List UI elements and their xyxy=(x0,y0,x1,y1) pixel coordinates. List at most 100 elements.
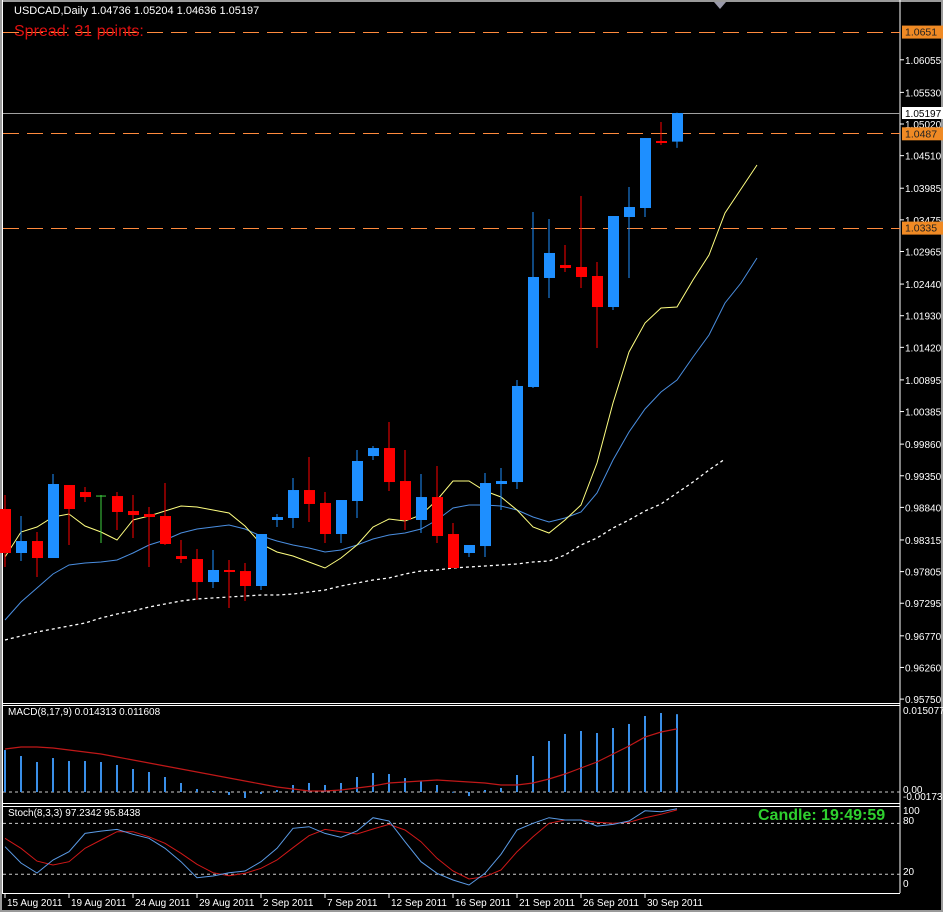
candle-body xyxy=(576,267,587,277)
candle-body xyxy=(272,517,283,520)
candle-body xyxy=(352,460,363,502)
date-axis-label: 26 Sep 2011 xyxy=(583,898,639,909)
candle-body xyxy=(384,448,395,483)
candle xyxy=(528,211,539,389)
price-axis-label: 1.06055 xyxy=(905,56,942,67)
candle xyxy=(384,422,395,492)
candle xyxy=(48,474,59,559)
price-axis-label: 1.01420 xyxy=(905,343,942,354)
candle-body xyxy=(208,569,219,583)
stoch-axis-80: 80 xyxy=(903,816,915,827)
candle xyxy=(160,483,171,545)
macd-histogram-bar xyxy=(52,758,54,793)
mt4-chart-window[interactable]: 1.06055 1.05530 1.05020 1.04510 1.03985 1.034… xyxy=(0,0,943,912)
candle-body xyxy=(16,541,27,553)
candle xyxy=(352,450,363,519)
macd-histogram-bar xyxy=(148,772,150,793)
price-chart[interactable]: 1.060551.055301.050201.045101.039851.034… xyxy=(0,0,943,912)
macd-histogram-bar xyxy=(612,728,614,793)
candle xyxy=(640,138,651,218)
candle xyxy=(464,544,475,558)
candle-body xyxy=(80,492,91,498)
stoch-axis-20: 20 xyxy=(903,867,915,878)
price-axis-label: 0.98315 xyxy=(905,536,942,547)
candle xyxy=(320,492,331,544)
ma-mid-line xyxy=(4,257,758,621)
macd-histogram-bar xyxy=(212,791,214,793)
candle-body xyxy=(48,484,59,559)
price-axis-label: 0.98840 xyxy=(905,503,942,514)
chart-title: USDCAD,Daily 1.04736 1.05204 1.04636 1.0… xyxy=(14,5,260,17)
candle xyxy=(224,560,235,609)
candle-body xyxy=(592,276,603,308)
price-axis-label: 0.97295 xyxy=(905,599,942,610)
candle xyxy=(496,468,507,511)
candle xyxy=(176,540,187,564)
candle-body xyxy=(448,534,459,569)
macd-histogram-bar xyxy=(548,741,550,793)
candle xyxy=(576,196,587,289)
date-axis-label: 30 Sep 2011 xyxy=(647,898,703,909)
date-axis-label: 21 Sep 2011 xyxy=(519,898,575,909)
candle xyxy=(592,261,603,349)
price-axis-label: 1.03985 xyxy=(905,184,942,195)
date-axis-label: 29 Aug 2011 xyxy=(199,898,255,909)
price-axis-label: 0.97805 xyxy=(905,568,942,579)
candle-body xyxy=(512,385,523,483)
macd-axis-bottom: -0.00173 xyxy=(903,792,943,803)
macd-histogram-bar xyxy=(580,730,582,793)
candle xyxy=(112,492,123,531)
macd-histogram-bar xyxy=(532,756,534,793)
candle xyxy=(0,494,11,568)
candle-body xyxy=(0,509,11,553)
date-axis-label: 16 Sep 2011 xyxy=(455,898,511,909)
macd-histogram-bar xyxy=(276,790,278,793)
candle-body xyxy=(336,500,347,535)
candle xyxy=(32,532,43,578)
candle-body xyxy=(608,216,619,308)
candle xyxy=(96,494,106,544)
candle xyxy=(192,549,203,601)
candle-body xyxy=(128,510,139,516)
candle-timer: Candle: 19:49:59 xyxy=(758,807,886,824)
candle-body xyxy=(240,571,251,586)
macd-histogram-bar xyxy=(404,778,406,793)
stoch-axis-0: 0 xyxy=(903,879,909,890)
macd-histogram-bar xyxy=(228,792,230,796)
macd-histogram-bar xyxy=(84,761,86,793)
candle xyxy=(416,474,427,534)
macd-histogram-bar xyxy=(180,782,182,793)
candle-body xyxy=(192,559,203,583)
candle-body xyxy=(32,541,43,559)
current-price-label: 1.05197 xyxy=(905,109,942,120)
price-axis-label: 0.96770 xyxy=(905,632,942,643)
ma-slow-line xyxy=(4,458,726,641)
candle-body xyxy=(160,516,171,544)
level-price-label: 1.0651 xyxy=(905,27,937,39)
chart-shift-marker-icon[interactable] xyxy=(714,2,726,9)
candle-body xyxy=(320,502,331,535)
macd-histogram-bar xyxy=(564,733,566,793)
candle-body xyxy=(640,138,651,209)
candle-body xyxy=(496,481,507,485)
candle-body xyxy=(656,141,667,144)
candle-body xyxy=(256,534,267,586)
price-axis-label: 0.95750 xyxy=(905,695,942,706)
candle xyxy=(512,380,523,490)
candle-body xyxy=(176,556,187,560)
candle-body xyxy=(528,276,539,387)
candle xyxy=(336,500,347,544)
candle-body xyxy=(304,490,315,504)
price-axis-label: 1.04510 xyxy=(905,152,942,163)
candle xyxy=(448,523,459,569)
macd-histogram-bar xyxy=(244,792,246,798)
level-price-label: 1.0487 xyxy=(905,128,937,140)
candle xyxy=(432,466,443,544)
macd-histogram-bar xyxy=(356,777,358,793)
candle-body xyxy=(416,497,427,520)
candle xyxy=(608,216,619,310)
candle-body xyxy=(624,207,635,218)
date-axis-label: 7 Sep 2011 xyxy=(327,898,378,909)
candle-body xyxy=(64,485,75,510)
candle-body xyxy=(112,496,123,512)
